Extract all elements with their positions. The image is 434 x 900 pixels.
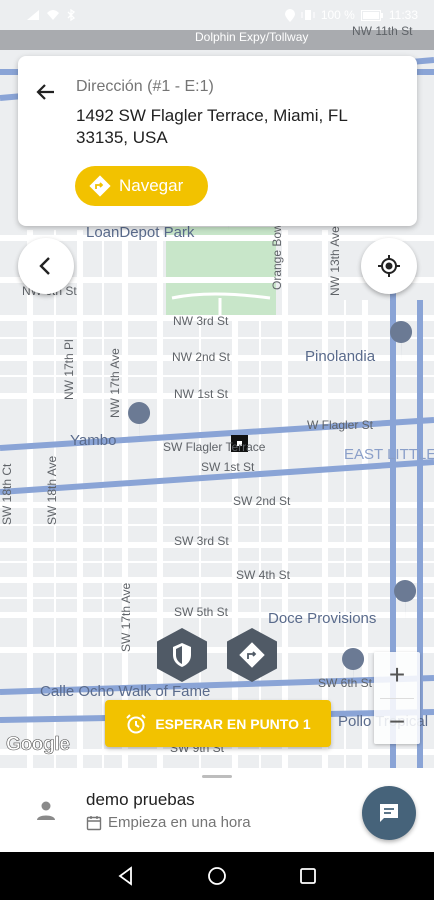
crosshair-icon: [378, 255, 400, 277]
map-label-street: NW 13th Ave: [328, 226, 342, 296]
battery-percent: 100 %: [320, 8, 355, 22]
map-label-poi: Calle Ocho Walk of Fame: [40, 683, 211, 700]
map-label-park: LoanDepot Park: [86, 224, 195, 241]
google-logo: Google: [6, 734, 71, 756]
navigate-label: Navegar: [119, 176, 184, 195]
nav-recents-icon[interactable]: [298, 866, 318, 886]
map-label-poi: Yambo: [70, 432, 117, 449]
zoom-in-button[interactable]: +: [374, 652, 420, 698]
navigate-button[interactable]: Navegar: [75, 166, 208, 206]
map-label-street: SW Flagler Terrace: [163, 440, 266, 454]
directions-icon: [89, 175, 111, 197]
map-label-street: SW 17th Ave: [119, 582, 133, 652]
map-label-street: SW 18th Ave: [45, 455, 59, 525]
person-icon: [37, 801, 55, 820]
map-label-street: SW 18th Ct: [0, 463, 14, 525]
wait-label: ESPERAR EN PUNTO 1: [155, 715, 311, 732]
map-label-street: NW 3rd St: [173, 314, 229, 328]
zoom-control: + −: [374, 652, 420, 744]
battery-icon: [360, 9, 383, 21]
map-label-poi: Doce Provisions: [268, 610, 377, 627]
map-label-street: SW 2nd St: [233, 494, 291, 508]
back-button[interactable]: [18, 238, 74, 294]
map-label-street: W Flagler St: [307, 418, 374, 432]
address-label: Dirección (#1 - E:1): [76, 78, 214, 95]
location-icon: [284, 8, 295, 22]
clock: 11:33: [388, 8, 418, 22]
map-label-poi: Pinolandia: [305, 348, 376, 365]
signal-icon: [27, 10, 39, 20]
chat-button[interactable]: [362, 786, 416, 840]
address-text: 1492 SW Flagler Terrace, Miami, FL 33135…: [76, 106, 348, 147]
nav-home-icon[interactable]: [207, 866, 227, 886]
zoom-out-button[interactable]: −: [374, 699, 420, 745]
map-label-district: EAST LITTLE HAVANA: [344, 446, 434, 463]
route-button[interactable]: [226, 627, 278, 683]
security-button[interactable]: [156, 627, 208, 683]
sheet-handle[interactable]: [202, 775, 232, 778]
map-label-street: SW 6th St: [318, 676, 373, 690]
map-label-highway: Dolphin Expy/Tollway: [195, 30, 309, 44]
map-label-street: Orange Bowl: [270, 220, 284, 290]
system-nav-bar: [0, 852, 434, 900]
map-label-street: SW 4th St: [236, 568, 291, 582]
back-arrow-icon[interactable]: [34, 80, 58, 104]
map-label-street: NW 2nd St: [172, 350, 231, 364]
map-label-street: SW 1st St: [201, 460, 255, 474]
schedule-row: Empieza en una hora: [86, 814, 251, 831]
calendar-icon: [86, 815, 102, 830]
my-location-button[interactable]: [361, 238, 417, 294]
address-card: Dirección (#1 - E:1) 1492 SW Flagler Ter…: [18, 56, 417, 226]
wait-at-point-button[interactable]: ESPERAR EN PUNTO 1: [105, 700, 331, 747]
vibrate-icon: [301, 10, 315, 20]
nav-back-icon[interactable]: [116, 866, 136, 886]
chevron-left-icon: [39, 257, 50, 275]
alarm-clock-icon: [126, 713, 147, 733]
passenger-name: demo pruebas: [86, 790, 195, 809]
map-label-street: NW 1st St: [174, 387, 229, 401]
bluetooth-icon: [67, 9, 76, 21]
map-label-street: NW 17th Ave: [108, 348, 122, 418]
status-bar: 100 % 11:33: [0, 0, 434, 30]
map-label-street: SW 3rd St: [174, 534, 229, 548]
schedule-text: Empieza en una hora: [108, 814, 251, 831]
map-label-street: NW 17th Pl: [62, 339, 76, 400]
chat-icon: [380, 804, 398, 822]
map-label-street: SW 5th St: [174, 605, 229, 619]
wifi-icon: [47, 10, 59, 20]
